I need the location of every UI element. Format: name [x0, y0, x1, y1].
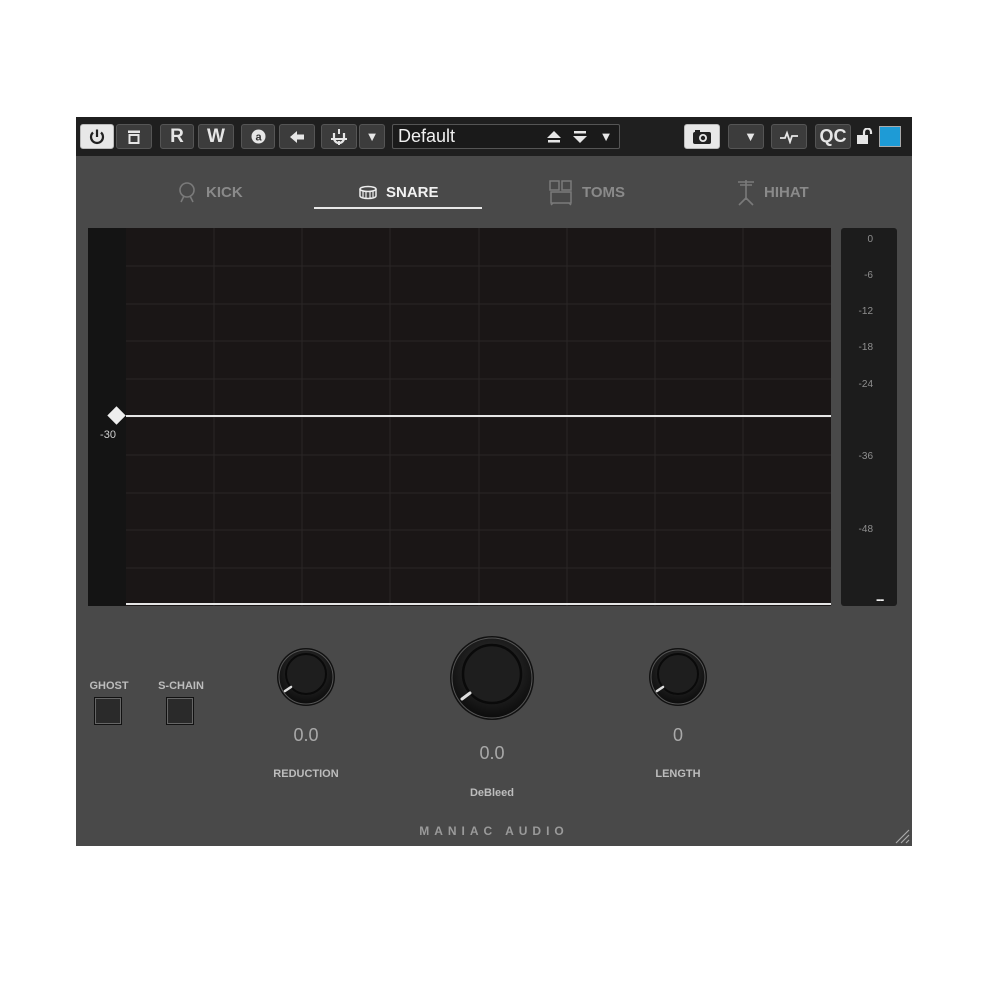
- gate-graph: [126, 228, 831, 606]
- tab-snare-label: SNARE: [386, 183, 439, 201]
- threshold-value: -30: [100, 429, 116, 441]
- tab-kick-label: KICK: [206, 183, 243, 201]
- bypass-button[interactable]: [116, 124, 152, 149]
- tab-toms-label: TOMS: [582, 183, 626, 201]
- kick-drum-icon: [179, 182, 195, 203]
- knob-graphic: [649, 648, 707, 706]
- camera-icon: [693, 129, 711, 144]
- hihat-icon: [738, 180, 754, 206]
- threshold-handle[interactable]: [107, 406, 126, 425]
- meter-tick-0: 0: [867, 234, 873, 245]
- host-toolbar: R W a ▼ Default ▼ ▼ QC: [76, 117, 912, 156]
- quick-controls-button[interactable]: QC: [815, 124, 851, 149]
- svg-text:a: a: [255, 132, 262, 144]
- compare-button[interactable]: a: [241, 124, 275, 149]
- routing-dropdown-button[interactable]: ▼: [359, 124, 385, 149]
- preset-selector[interactable]: Default ▼: [392, 124, 620, 149]
- meter-readout: --: [876, 591, 884, 607]
- plugin-window: R W a ▼ Default ▼ ▼ QC KICK SNARE TOMS H…: [76, 117, 912, 846]
- activity-button[interactable]: [771, 124, 807, 149]
- write-automation-button[interactable]: W: [198, 124, 234, 149]
- arrow-up-icon: [547, 130, 561, 142]
- preset-name: Default: [398, 126, 456, 146]
- arrow-left-icon: [290, 130, 304, 143]
- unlock-icon: [857, 128, 873, 144]
- ghost-button[interactable]: [94, 697, 122, 725]
- snare-drum-icon: [359, 185, 377, 200]
- gate-graph-panel: [88, 228, 831, 606]
- compare-icon: a: [251, 129, 265, 144]
- lock-button[interactable]: [853, 124, 877, 149]
- ghost-label: GHOST: [89, 680, 129, 692]
- waveform-icon: [780, 129, 798, 144]
- knob-graphic: [277, 648, 335, 706]
- active-tab-indicator: [314, 207, 482, 209]
- power-icon: [89, 129, 105, 144]
- preset-dropdown-button[interactable]: ▼: [593, 125, 619, 148]
- routing-icon: [331, 128, 347, 145]
- brand-logo: MANIAC AUDIO: [419, 824, 569, 838]
- reduction-value: 0.0: [293, 725, 319, 745]
- tab-toms[interactable]: TOMS: [548, 177, 625, 207]
- tab-hihat-label: HIHAT: [764, 183, 809, 201]
- meter-tick-36: -36: [858, 451, 873, 462]
- preset-prev-button[interactable]: [541, 125, 567, 148]
- threshold-strip[interactable]: [88, 228, 126, 606]
- toms-icon: [549, 180, 572, 206]
- back-button[interactable]: [279, 124, 315, 149]
- graph-grid: [126, 228, 831, 606]
- length-knob[interactable]: [648, 647, 708, 707]
- reduction-label: REDUCTION: [273, 768, 339, 780]
- schain-label: S-CHAIN: [158, 680, 204, 692]
- debleed-value: 0.0: [479, 743, 505, 763]
- level-meter: 0 -6 -12 -18 -24 -36 -48 --: [841, 228, 897, 607]
- schain-button[interactable]: [166, 697, 194, 725]
- arrow-down-icon: [573, 130, 587, 143]
- debleed-knob[interactable]: [449, 635, 535, 721]
- power-button[interactable]: [80, 124, 114, 149]
- meter-tick-48: -48: [858, 524, 873, 535]
- knob-graphic: [450, 636, 534, 720]
- reduction-knob[interactable]: [276, 647, 336, 707]
- preset-next-button[interactable]: [567, 125, 593, 148]
- tab-hihat[interactable]: HIHAT: [736, 177, 809, 207]
- resize-grip-icon[interactable]: [892, 826, 910, 844]
- tab-kick[interactable]: KICK: [176, 177, 243, 207]
- debleed-label: DeBleed: [469, 787, 515, 799]
- snapshot-button[interactable]: [684, 124, 720, 149]
- tab-snare[interactable]: SNARE: [358, 177, 439, 207]
- track-color-swatch[interactable]: [879, 126, 901, 147]
- meter-tick-6: -6: [864, 270, 873, 281]
- snapshot-dropdown-button[interactable]: ▼: [728, 124, 764, 149]
- meter-tick-18: -18: [858, 342, 873, 353]
- bypass-icon: [128, 130, 140, 144]
- length-label: LENGTH: [655, 768, 701, 780]
- meter-tick-24: -24: [858, 379, 873, 390]
- read-automation-button[interactable]: R: [160, 124, 194, 149]
- routing-button[interactable]: [321, 124, 357, 149]
- length-value: 0: [672, 725, 683, 745]
- meter-tick-12: -12: [858, 306, 873, 317]
